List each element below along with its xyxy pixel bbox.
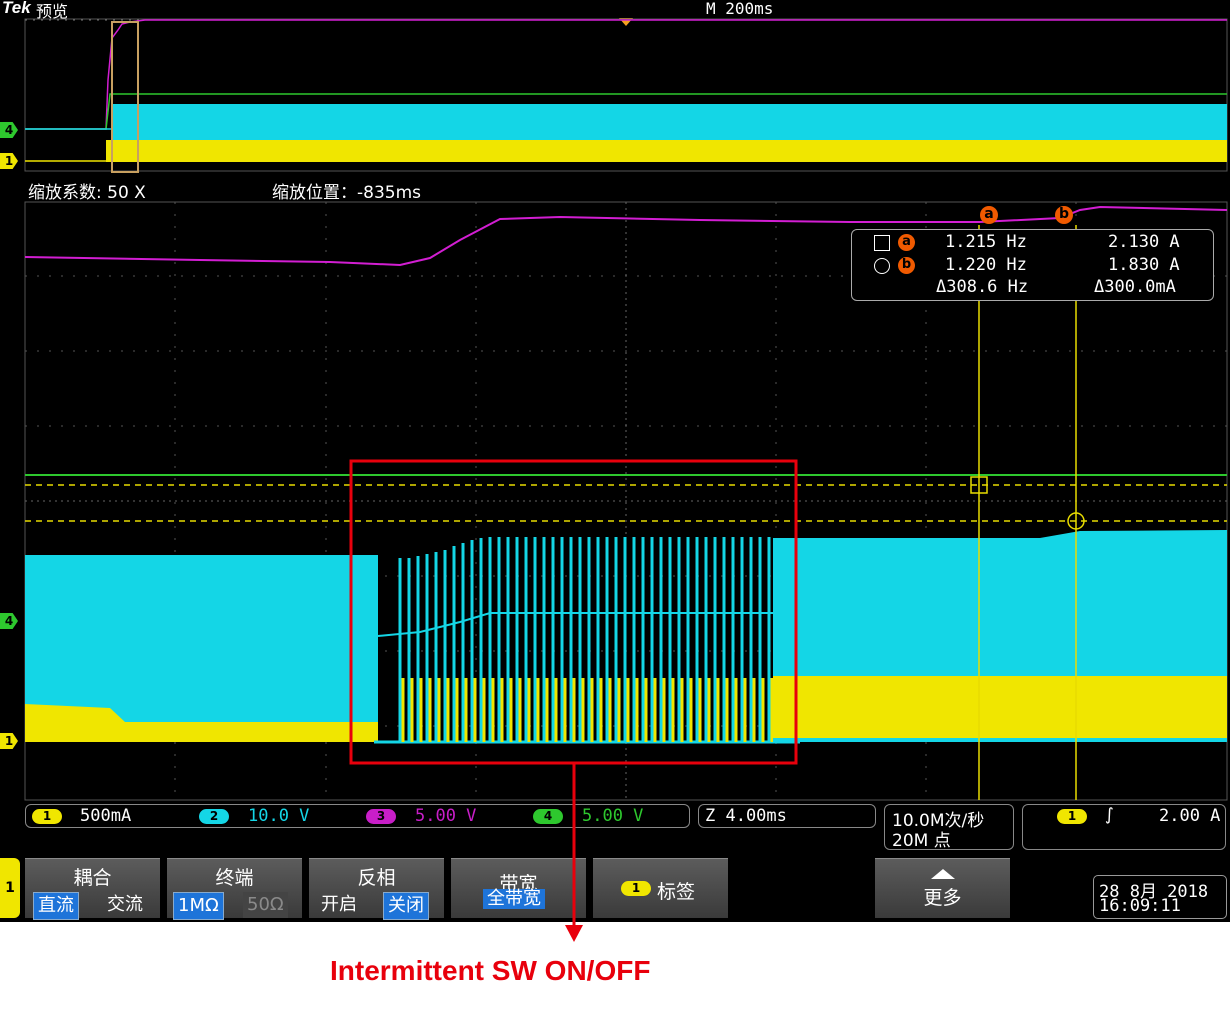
annotation-arrow — [565, 763, 583, 942]
annotation-text: Intermittent SW ON/OFF — [330, 955, 651, 986]
